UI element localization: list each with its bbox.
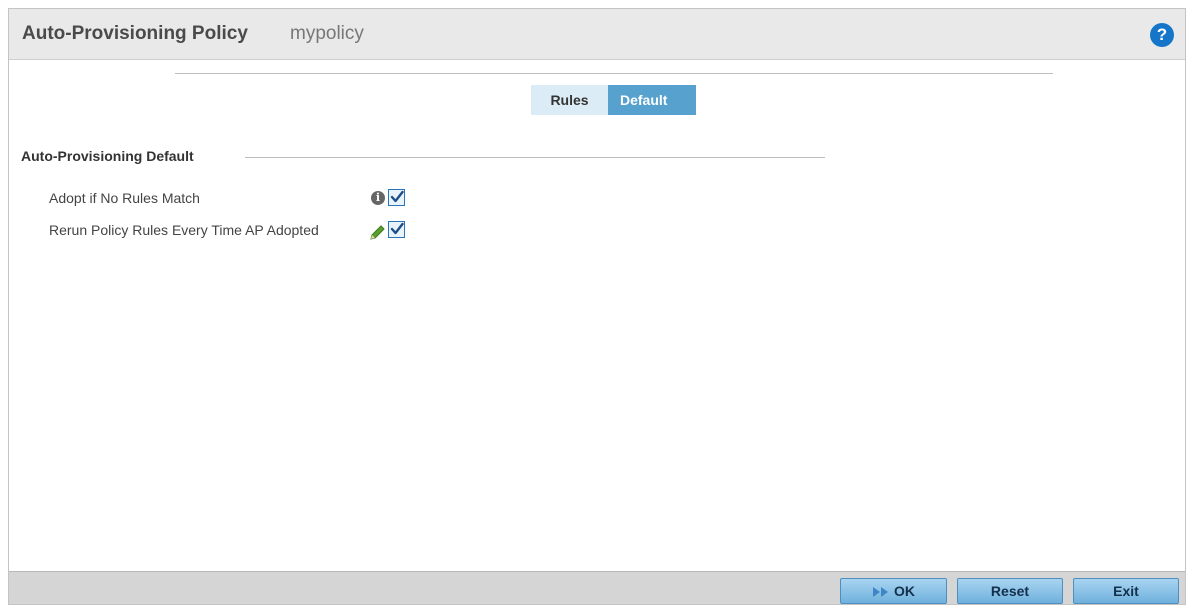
ok-button-label: OK <box>894 583 915 599</box>
exit-button[interactable]: Exit <box>1073 578 1179 604</box>
ok-button[interactable]: OK <box>840 578 947 604</box>
pencil-icon[interactable] <box>369 223 387 241</box>
reset-button[interactable]: Reset <box>957 578 1063 604</box>
rerun-policy-rules-checkbox[interactable] <box>388 221 405 238</box>
help-icon[interactable]: ? <box>1150 23 1174 47</box>
policy-name: mypolicy <box>290 23 364 44</box>
tab-default[interactable]: Default <box>608 85 696 115</box>
button-bar: OK Reset Exit <box>9 571 1185 604</box>
rerun-policy-rules-label: Rerun Policy Rules Every Time AP Adopted <box>49 222 319 238</box>
checkmark-icon <box>390 222 404 235</box>
adopt-if-no-rules-match-label: Adopt if No Rules Match <box>49 190 200 206</box>
double-arrow-icon <box>873 587 888 597</box>
info-icon[interactable]: i <box>371 191 385 205</box>
title-bar: Auto-Provisioning Policy mypolicy ? <box>9 9 1185 60</box>
section-title: Auto-Provisioning Default <box>21 148 194 164</box>
page-title: Auto-Provisioning Policy <box>22 23 248 44</box>
tab-bar: Rules Default <box>531 85 696 115</box>
tab-divider <box>175 73 1053 74</box>
policy-panel: Auto-Provisioning Policy mypolicy ? Rule… <box>8 8 1186 605</box>
adopt-if-no-rules-match-checkbox[interactable] <box>388 189 405 206</box>
section-divider <box>245 157 825 158</box>
checkmark-icon <box>390 190 404 203</box>
tab-rules[interactable]: Rules <box>531 85 608 115</box>
